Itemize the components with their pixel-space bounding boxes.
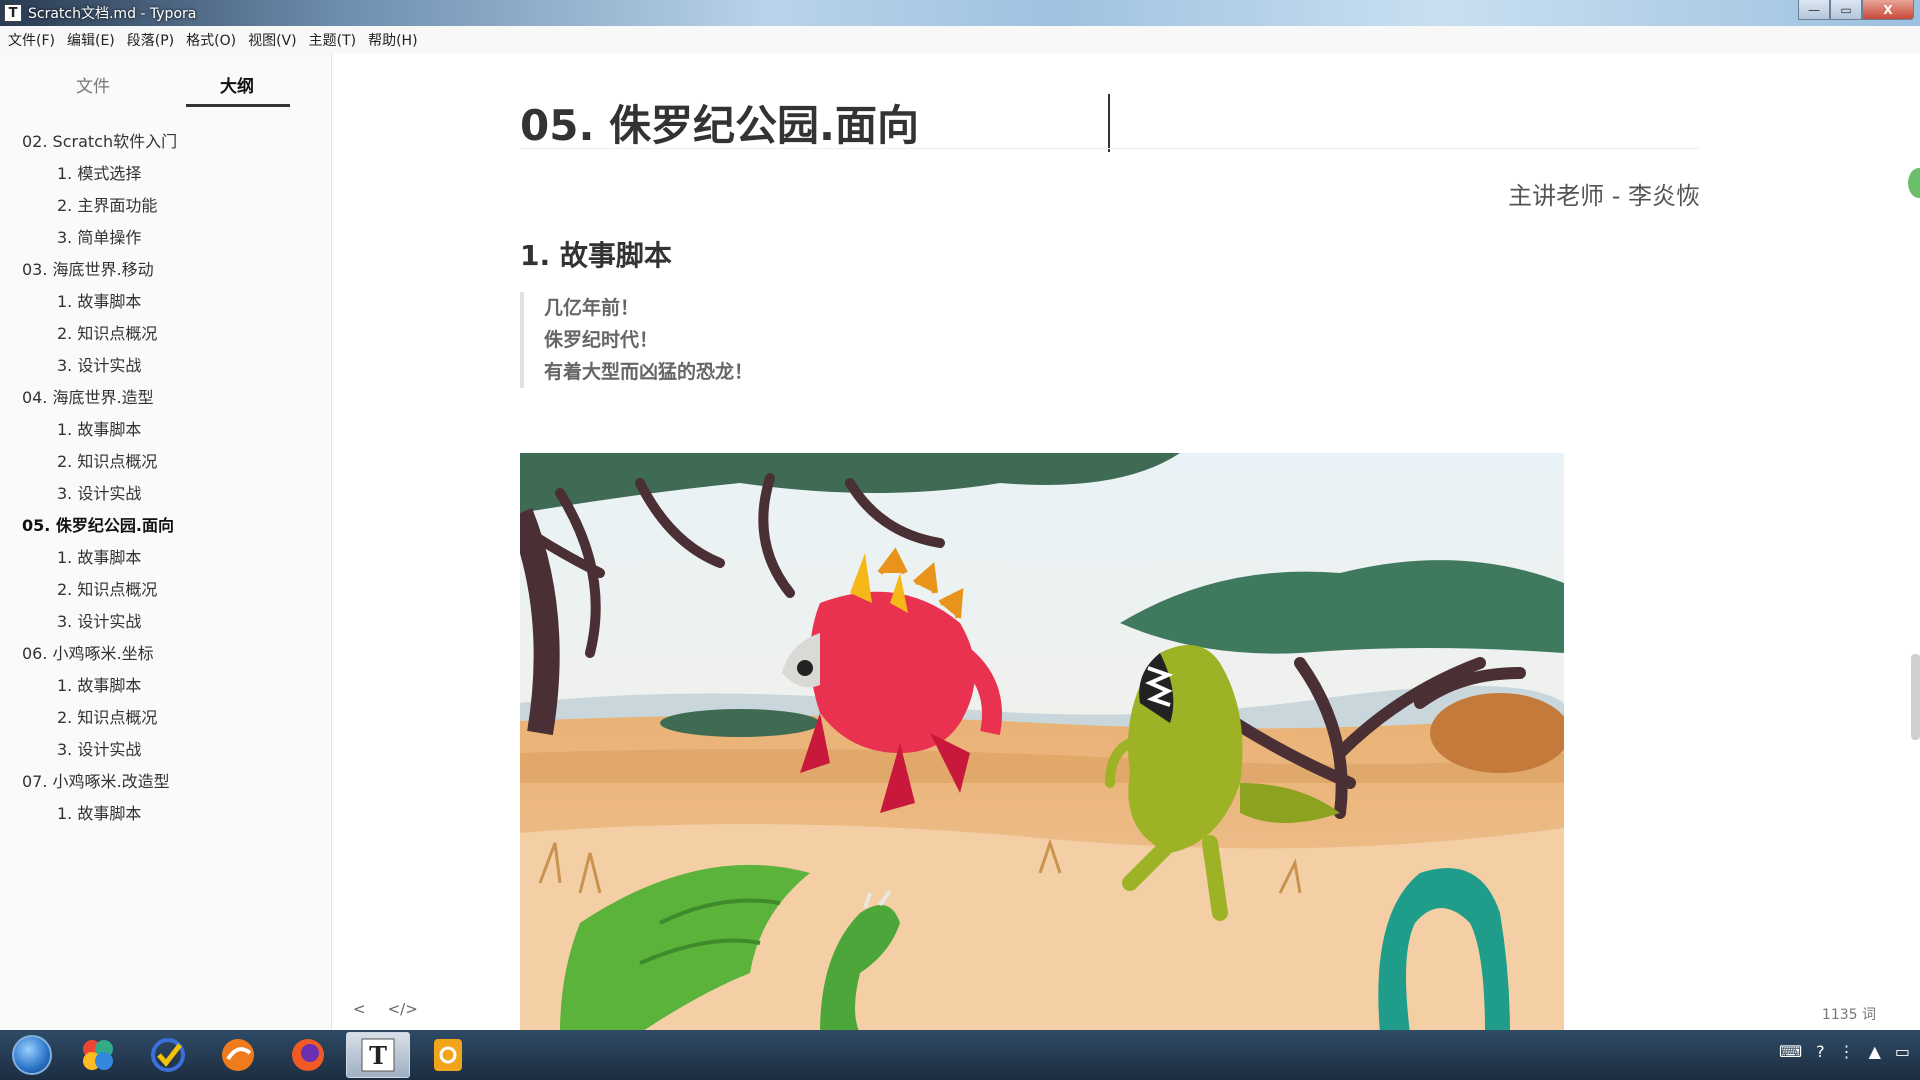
show-desktop-icon[interactable]: ▭: [1895, 1042, 1910, 1061]
outline-subheading[interactable]: 3. 设计实战: [0, 606, 332, 638]
outline-heading[interactable]: 06. 小鸡啄米.坐标: [0, 638, 332, 670]
taskbar-app-orange[interactable]: [206, 1032, 270, 1078]
taskbar-app-pinwheel[interactable]: [66, 1032, 130, 1078]
outline-subheading[interactable]: 2. 知识点概况: [0, 318, 332, 350]
blockquote[interactable]: 几亿年前！ 侏罗纪时代！ 有着大型而凶猛的恐龙！: [520, 292, 753, 388]
orange-app-icon: [222, 1039, 254, 1071]
taskbar: T ⌨ ? ⋮ ▲ ▭: [0, 1030, 1920, 1080]
tray-expand-icon[interactable]: ▲: [1869, 1042, 1881, 1061]
keyboard-icon[interactable]: ⌨: [1779, 1042, 1802, 1061]
outline-heading[interactable]: 03. 海底世界.移动: [0, 254, 332, 286]
menu-theme[interactable]: 主题(T): [305, 30, 364, 50]
sidebar: 文件 大纲 02. Scratch软件入门 1. 模式选择 2. 主界面功能 3. 简…: [0, 54, 332, 1030]
word-count[interactable]: 1135 词: [1822, 1004, 1876, 1024]
quote-line: 侏罗纪时代！: [544, 329, 659, 351]
svg-text:T: T: [369, 1041, 387, 1070]
outline-subheading[interactable]: 1. 模式选择: [0, 158, 332, 190]
outline-subheading[interactable]: 2. 知识点概况: [0, 702, 332, 734]
typora-app-icon: T: [4, 4, 22, 22]
taskbar-app-screen-recorder[interactable]: [416, 1032, 480, 1078]
floating-widget[interactable]: [1908, 168, 1920, 198]
heading-rule: [520, 148, 1700, 149]
text-cursor: [1108, 94, 1110, 152]
title-bar: T Scratch文档.md - Typora — ▭ X: [0, 0, 1920, 26]
editor-footer: < </>: [353, 1000, 418, 1018]
tab-files[interactable]: 文件: [76, 72, 110, 97]
pinwheel-icon: [83, 1040, 113, 1070]
system-tray: ⌨ ? ⋮ ▲ ▭: [1779, 1042, 1910, 1061]
outline-subheading[interactable]: 2. 知识点概况: [0, 446, 332, 478]
dinosaur-scene-image: [520, 453, 1564, 1030]
heading-2[interactable]: 1. 故事脚本: [520, 234, 672, 274]
outline-subheading[interactable]: 1. 故事脚本: [0, 670, 332, 702]
tab-outline[interactable]: 大纲: [220, 72, 254, 97]
network-icon[interactable]: ⋮: [1839, 1042, 1855, 1061]
menu-view[interactable]: 视图(V): [244, 30, 305, 50]
firefox-icon: [292, 1039, 324, 1071]
dinosaur-illustration[interactable]: [520, 453, 1564, 1030]
taskbar-app-typora[interactable]: T: [346, 1032, 410, 1078]
outline-heading[interactable]: 04. 海底世界.造型: [0, 382, 332, 414]
outline-subheading[interactable]: 3. 简单操作: [0, 222, 332, 254]
taskbar-app-check[interactable]: [136, 1032, 200, 1078]
typora-icon: T: [361, 1038, 395, 1072]
outline-list: 02. Scratch软件入门 1. 模式选择 2. 主界面功能 3. 简单操作 03.…: [0, 126, 332, 830]
author-line[interactable]: 主讲老师 - 李炎恢: [1508, 176, 1700, 211]
sidebar-tabs: 文件 大纲: [0, 54, 331, 110]
menu-help[interactable]: 帮助(H): [364, 30, 425, 50]
outline-subheading[interactable]: 1. 故事脚本: [0, 798, 332, 830]
outline-subheading[interactable]: 3. 设计实战: [0, 350, 332, 382]
windows-logo-icon: [12, 1035, 52, 1075]
outline-heading[interactable]: 02. Scratch软件入门: [0, 126, 332, 158]
quote-line: 有着大型而凶猛的恐龙！: [544, 361, 754, 383]
outline-subheading[interactable]: 2. 知识点概况: [0, 574, 332, 606]
maximize-button[interactable]: ▭: [1830, 0, 1862, 20]
active-tab-indicator: [186, 104, 290, 107]
outline-subheading[interactable]: 1. 故事脚本: [0, 414, 332, 446]
minimize-button[interactable]: —: [1798, 0, 1830, 20]
check-icon: [151, 1038, 185, 1072]
outline-heading[interactable]: 05. 侏罗纪公园.面向: [0, 510, 332, 542]
outline-subheading[interactable]: 2. 主界面功能: [0, 190, 332, 222]
window-title: Scratch文档.md - Typora: [28, 6, 197, 22]
taskbar-app-firefox[interactable]: [276, 1032, 340, 1078]
back-button[interactable]: <: [353, 1000, 366, 1018]
window-controls: — ▭ X: [1798, 0, 1914, 20]
start-button[interactable]: [4, 1032, 60, 1078]
source-mode-toggle[interactable]: </>: [388, 1000, 418, 1018]
heading-1[interactable]: 05. 侏罗纪公园.面向: [520, 92, 919, 153]
recorder-icon: [434, 1039, 462, 1071]
menu-format[interactable]: 格式(O): [182, 30, 244, 50]
outline-subheading[interactable]: 3. 设计实战: [0, 734, 332, 766]
outline-heading[interactable]: 07. 小鸡啄米.改造型: [0, 766, 332, 798]
outline-subheading[interactable]: 1. 故事脚本: [0, 286, 332, 318]
menu-edit[interactable]: 编辑(E): [63, 30, 123, 50]
outline-subheading[interactable]: 3. 设计实战: [0, 478, 332, 510]
scrollbar-thumb[interactable]: [1911, 654, 1920, 740]
menu-bar: 文件(F) 编辑(E) 段落(P) 格式(O) 视图(V) 主题(T) 帮助(H…: [0, 26, 1920, 54]
help-icon[interactable]: ?: [1816, 1042, 1825, 1061]
menu-file[interactable]: 文件(F): [4, 30, 63, 50]
outline-subheading[interactable]: 1. 故事脚本: [0, 542, 332, 574]
editor-pane[interactable]: 05. 侏罗纪公园.面向 主讲老师 - 李炎恢 1. 故事脚本 几亿年前！ 侏罗…: [333, 54, 1920, 1030]
close-button[interactable]: X: [1862, 0, 1914, 20]
menu-paragraph[interactable]: 段落(P): [123, 30, 182, 50]
quote-line: 几亿年前！: [544, 297, 640, 319]
